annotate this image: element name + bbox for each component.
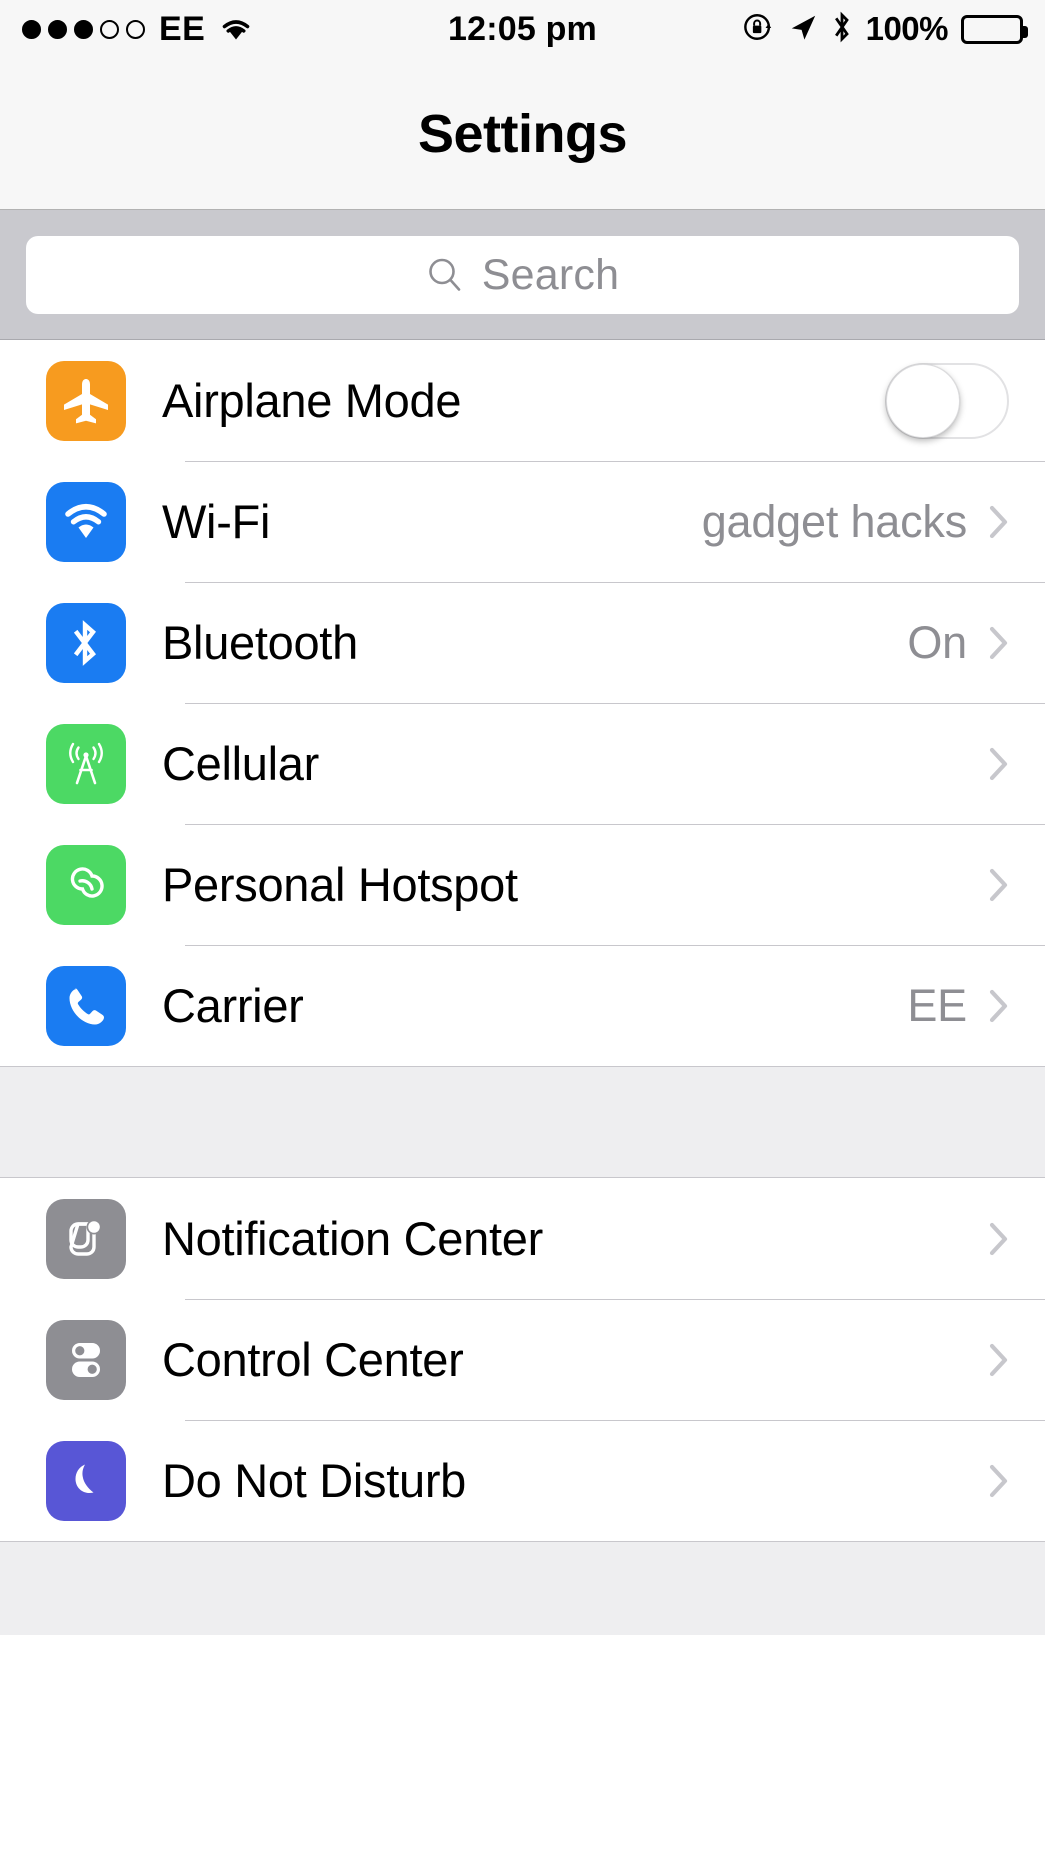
settings-row-label: Do Not Disturb bbox=[162, 1454, 467, 1507]
search-icon bbox=[426, 256, 464, 294]
search-input[interactable]: Search bbox=[26, 236, 1019, 314]
toggle-knob bbox=[886, 363, 960, 438]
settings-row-accessory bbox=[967, 1222, 1009, 1256]
bluetooth-icon bbox=[831, 10, 853, 49]
settings-row-bluetooth[interactable]: Bluetooth On bbox=[0, 582, 1045, 703]
settings-row-notification-center[interactable]: Notification Center bbox=[0, 1178, 1045, 1299]
bluetooth-icon bbox=[46, 602, 126, 683]
navigation-bar: Settings bbox=[0, 58, 1045, 210]
settings-row-label: Cellular bbox=[162, 737, 319, 790]
chevron-right-icon bbox=[989, 505, 1009, 539]
settings-row-label: Notification Center bbox=[162, 1212, 543, 1265]
search-placeholder-text: Search bbox=[481, 250, 620, 299]
settings-section-notifications: Notification Center Control Center Do No… bbox=[0, 1178, 1045, 1541]
page-title: Settings bbox=[417, 103, 628, 164]
signal-dot-filled bbox=[48, 19, 67, 39]
settings-row-label: Airplane Mode bbox=[162, 374, 462, 427]
signal-dot-empty bbox=[126, 19, 145, 39]
settings-row-value: gadget hacks bbox=[701, 495, 967, 547]
control-center-icon bbox=[46, 1319, 126, 1400]
settings-row-wifi[interactable]: Wi-Fi gadget hacks bbox=[0, 461, 1045, 582]
battery-percentage-label: 100% bbox=[865, 10, 949, 47]
signal-strength-dots bbox=[22, 19, 145, 39]
settings-row-accessory: EE bbox=[907, 980, 1009, 1032]
settings-row-accessory: On bbox=[907, 617, 1009, 669]
rotation-lock-icon bbox=[743, 11, 775, 48]
settings-row-cellular[interactable]: Cellular bbox=[0, 703, 1045, 824]
chevron-right-icon bbox=[989, 747, 1009, 781]
airplane-icon bbox=[46, 360, 126, 441]
section-gap-bottom bbox=[0, 1541, 1045, 1635]
moon-icon bbox=[46, 1440, 126, 1521]
settings-row-airplane-mode[interactable]: Airplane Mode bbox=[0, 340, 1045, 461]
settings-row-label: Bluetooth bbox=[162, 616, 358, 669]
signal-dot-filled bbox=[22, 19, 41, 39]
settings-row-accessory bbox=[967, 1464, 1009, 1498]
wifi-icon bbox=[219, 16, 253, 42]
status-bar-carrier-label: EE bbox=[159, 9, 206, 48]
cellular-antenna-icon bbox=[46, 723, 126, 804]
section-gap bbox=[0, 1066, 1045, 1178]
location-arrow-icon bbox=[788, 12, 818, 47]
chevron-right-icon bbox=[989, 1464, 1009, 1498]
settings-row-control-center[interactable]: Control Center bbox=[0, 1299, 1045, 1420]
wifi-icon bbox=[46, 481, 126, 562]
hotspot-link-icon bbox=[46, 844, 126, 925]
phone-icon bbox=[46, 965, 126, 1046]
status-bar: EE 12:05 pm 100% bbox=[0, 0, 1045, 58]
status-bar-right: 100% bbox=[743, 10, 1028, 49]
signal-dot-empty bbox=[100, 19, 119, 39]
settings-row-carrier[interactable]: Carrier EE bbox=[0, 945, 1045, 1066]
settings-row-label: Wi-Fi bbox=[162, 495, 271, 548]
chevron-right-icon bbox=[989, 1222, 1009, 1256]
settings-row-label: Personal Hotspot bbox=[162, 858, 518, 911]
settings-row-value: EE bbox=[907, 979, 967, 1031]
chevron-right-icon bbox=[989, 626, 1009, 660]
signal-dot-filled bbox=[74, 19, 93, 39]
chevron-right-icon bbox=[989, 868, 1009, 902]
settings-row-accessory bbox=[885, 362, 1009, 439]
settings-row-label: Control Center bbox=[162, 1333, 464, 1386]
notification-center-icon bbox=[46, 1198, 126, 1279]
airplane-mode-toggle[interactable] bbox=[885, 362, 1009, 439]
settings-row-label: Carrier bbox=[162, 979, 304, 1032]
settings-row-accessory bbox=[967, 747, 1009, 781]
chevron-right-icon bbox=[989, 989, 1009, 1023]
battery-full-icon bbox=[961, 14, 1028, 44]
settings-row-personal-hotspot[interactable]: Personal Hotspot bbox=[0, 824, 1045, 945]
settings-section-connectivity: Airplane Mode Wi-Fi gadget hacks Bluetoo… bbox=[0, 340, 1045, 1066]
settings-row-value: On bbox=[907, 616, 967, 668]
chevron-right-icon bbox=[989, 1343, 1009, 1377]
settings-row-do-not-disturb[interactable]: Do Not Disturb bbox=[0, 1420, 1045, 1541]
settings-row-accessory: gadget hacks bbox=[702, 496, 1009, 548]
status-bar-left: EE bbox=[22, 10, 253, 49]
search-bar-container: Search bbox=[0, 210, 1045, 340]
settings-row-accessory bbox=[967, 868, 1009, 902]
settings-row-accessory bbox=[967, 1343, 1009, 1377]
